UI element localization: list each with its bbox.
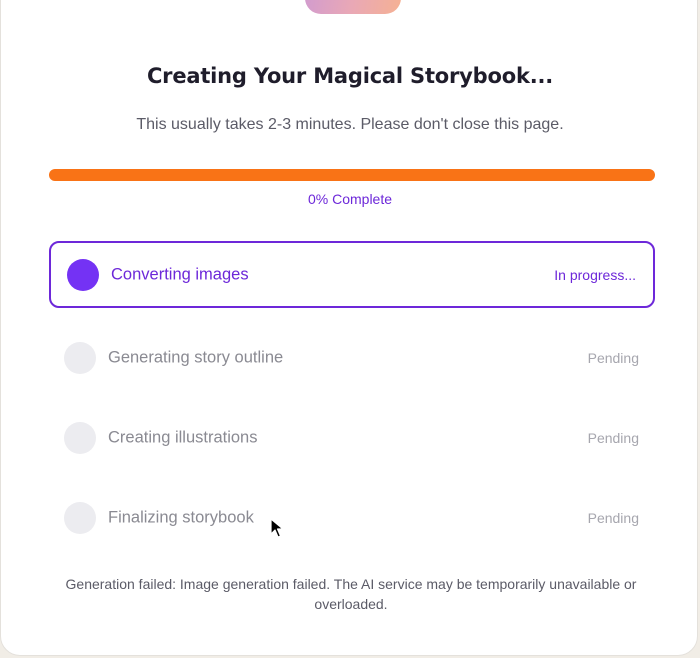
step-label: Converting images <box>111 265 249 283</box>
step-indicator-icon <box>67 258 99 291</box>
progress-label: 0% Complete <box>307 191 393 207</box>
storybook-logo <box>305 0 401 14</box>
page-title: Creating Your Magical Storybook... <box>146 64 554 88</box>
error-message: Generation failed: Image generation fail… <box>65 576 637 612</box>
progress-bar <box>49 169 655 181</box>
step-status: In progress... <box>554 266 636 283</box>
step-indicator-icon <box>64 341 96 374</box>
step-indicator-icon <box>64 421 96 454</box>
step-indicator-icon <box>64 501 96 534</box>
step-status: Pending <box>587 429 639 446</box>
page-subtitle: This usually takes 2-3 minutes. Please d… <box>136 116 564 133</box>
step-status: Pending <box>587 349 639 366</box>
step-label: Finalizing storybook <box>108 508 254 526</box>
step-label: Generating story outline <box>108 348 284 366</box>
step-converting-images: Converting images In progress... <box>49 241 655 308</box>
mouse-pointer-icon <box>270 518 284 538</box>
step-generating-story-outline: Generating story outline Pending <box>49 324 655 391</box>
step-label: Creating illustrations <box>108 428 258 446</box>
step-status: Pending <box>587 509 639 526</box>
step-creating-illustrations: Creating illustrations Pending <box>49 404 655 471</box>
step-finalizing-storybook: Finalizing storybook Pending <box>49 484 655 551</box>
